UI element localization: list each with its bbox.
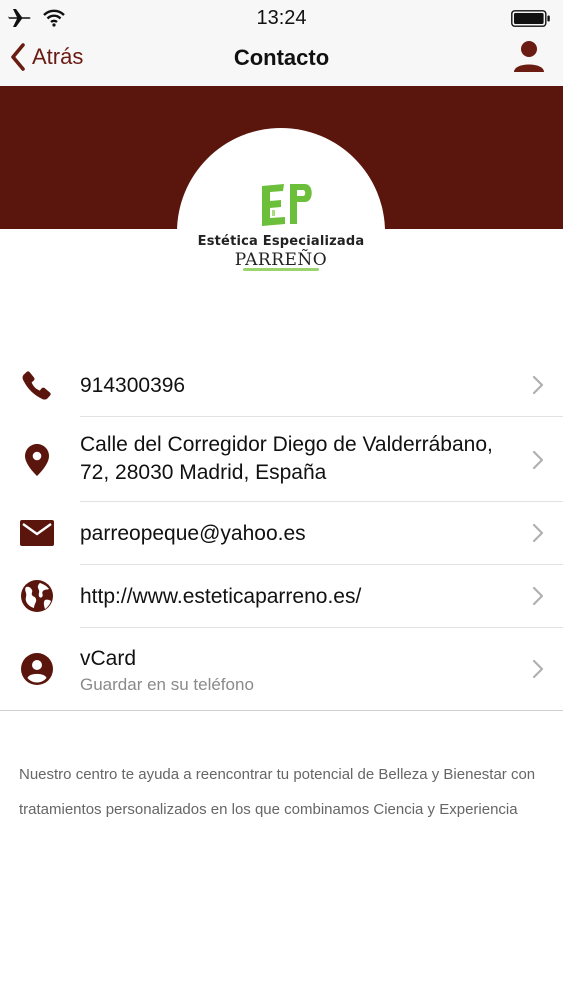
email-address: parreopeque@yahoo.es — [80, 522, 306, 545]
business-description: Nuestro centro te ayuda a reencontrar tu… — [19, 766, 536, 818]
contact-row-address[interactable]: Calle del Corregidor Diego de Valderrába… — [0, 417, 563, 502]
status-time: 13:24 — [256, 7, 307, 29]
logo-text-line2: PARREÑO — [234, 250, 328, 270]
contact-list: 914300396 Calle del Corregidor Diego de … — [0, 354, 563, 711]
chevron-right-icon — [532, 659, 544, 679]
page-title: Contacto — [233, 45, 330, 70]
chevron-right-icon — [532, 450, 544, 470]
website-url: http://www.esteticaparreno.es/ — [80, 585, 362, 608]
phone-icon — [20, 368, 54, 402]
contact-row-email[interactable]: parreopeque@yahoo.es — [0, 502, 563, 565]
logo-underline — [243, 268, 319, 271]
contact-row-vcard[interactable]: vCard Guardar en su teléfono — [0, 628, 563, 711]
contact-row-phone[interactable]: 914300396 — [0, 354, 563, 417]
contact-row-website[interactable]: http://www.esteticaparreno.es/ — [0, 565, 563, 628]
chevron-right-icon — [532, 523, 544, 543]
logo-text-line1: Estética Especializada — [197, 234, 365, 249]
chevron-right-icon — [532, 586, 544, 606]
phone-number: 914300396 — [80, 374, 186, 397]
location-pin-icon — [20, 443, 54, 477]
navigation-bar: Atrás Contacto — [0, 36, 563, 86]
vcard-subtitle: Guardar en su teléfono — [80, 675, 254, 694]
battery-icon — [511, 10, 550, 27]
list-bottom-divider — [0, 710, 563, 711]
status-bar: 13:24 — [0, 0, 563, 36]
envelope-icon — [20, 516, 54, 550]
globe-icon — [20, 579, 54, 613]
account-circle-icon — [20, 652, 54, 686]
business-logo: Estética Especializada PARREÑO — [177, 128, 385, 336]
vcard-label: vCard — [80, 647, 137, 670]
address-text: Calle del Corregidor Diego de Valderrába… — [80, 433, 493, 484]
logo-mark-icon — [262, 184, 312, 226]
chevron-right-icon — [532, 375, 544, 395]
user-icon[interactable] — [513, 40, 545, 74]
